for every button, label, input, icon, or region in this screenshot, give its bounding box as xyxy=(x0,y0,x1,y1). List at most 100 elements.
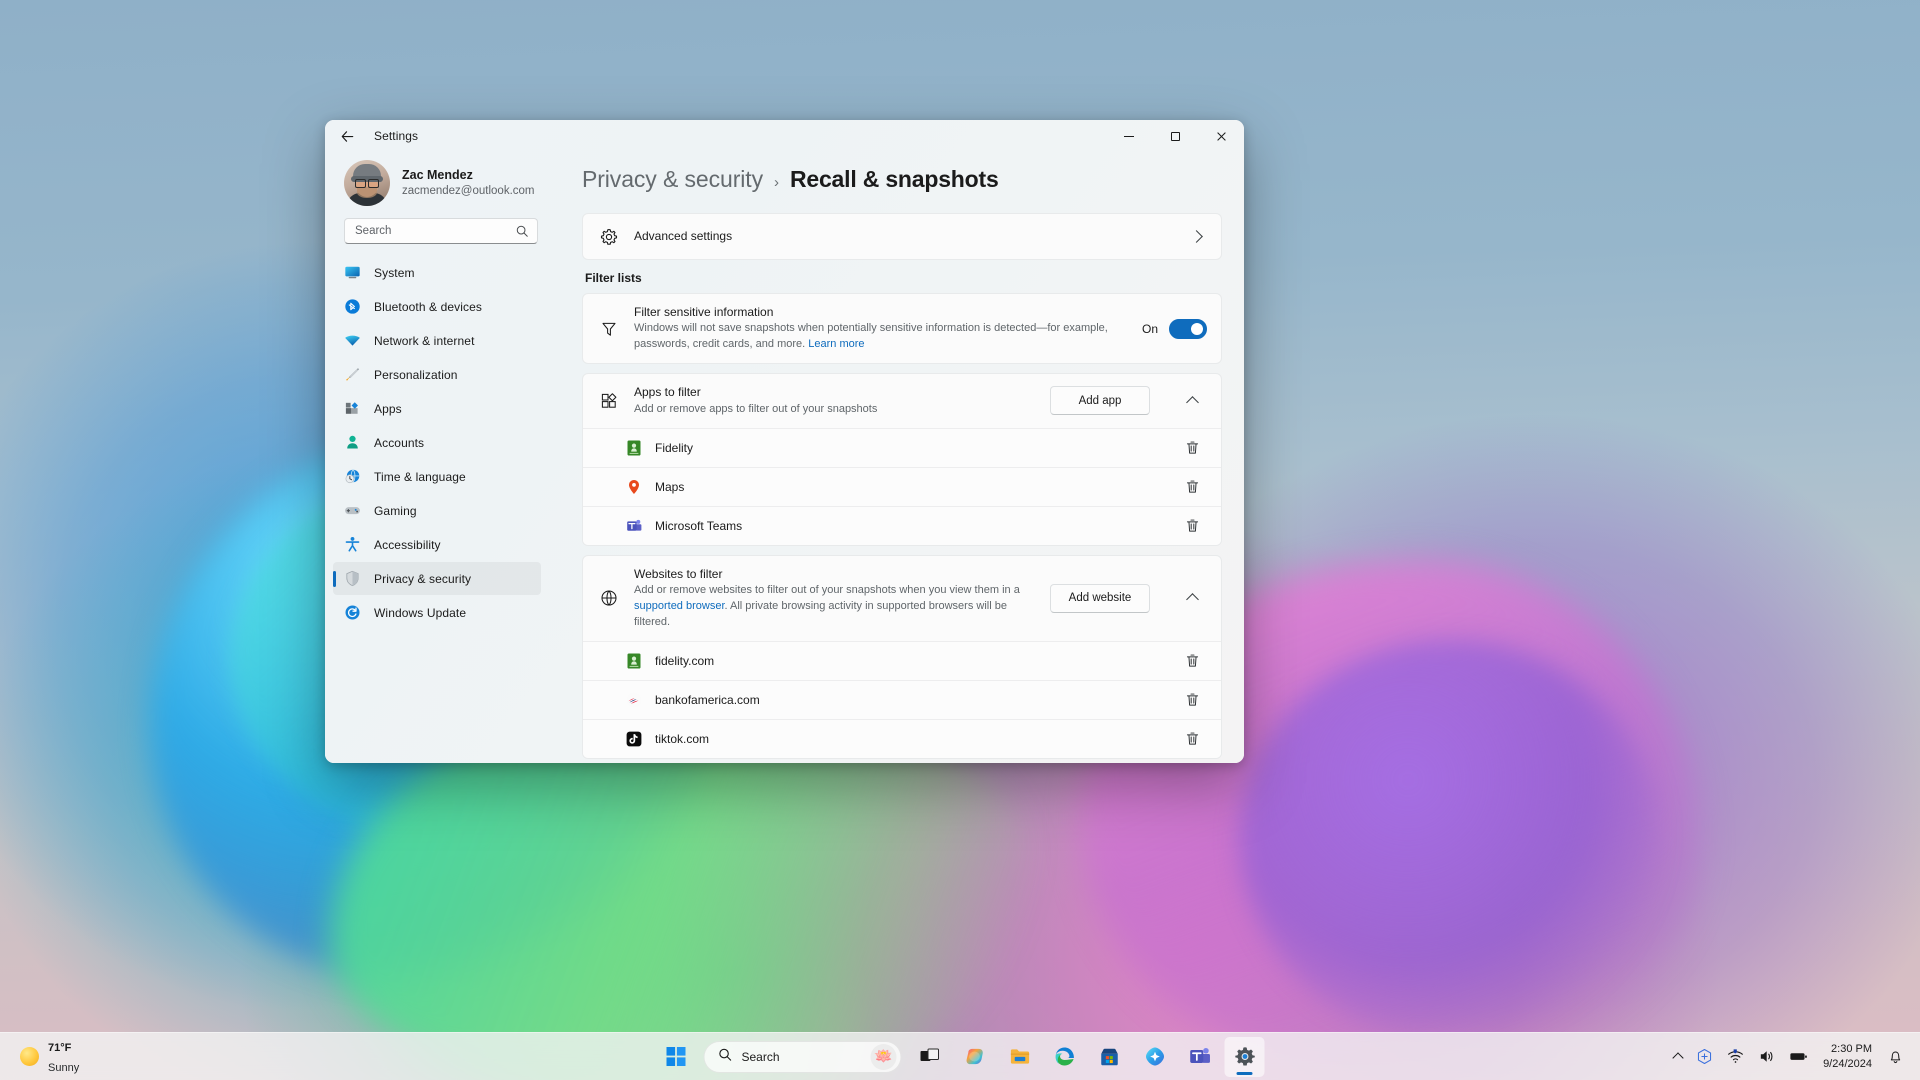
websites-desc-part1: Add or remove websites to filter out of … xyxy=(634,583,1020,596)
advanced-settings-card[interactable]: Advanced settings xyxy=(582,213,1222,260)
list-item[interactable]: bankofamerica.com xyxy=(583,679,1221,719)
lotus-icon[interactable]: 🪷 xyxy=(870,1043,897,1070)
window-titlebar: Settings xyxy=(325,120,1244,152)
sidebar-item-accounts[interactable]: Accounts xyxy=(333,426,541,459)
sidebar-item-personalization[interactable]: Personalization xyxy=(333,358,541,391)
filter-sensitive-toggle[interactable] xyxy=(1169,318,1207,339)
delete-icon[interactable] xyxy=(1177,473,1207,501)
teams-icon xyxy=(1189,1047,1210,1064)
wifi-icon xyxy=(1728,1049,1743,1063)
sun-icon xyxy=(20,1047,39,1066)
sidebar-item-time-language[interactable]: Time & language xyxy=(333,460,541,493)
sidebar-item-network-internet[interactable]: Network & internet xyxy=(333,324,541,357)
filter-sensitive-description: Windows will not save snapshots when pot… xyxy=(634,321,1127,353)
store-icon xyxy=(1101,1048,1118,1065)
taskbar-app-task-view[interactable] xyxy=(910,1037,950,1077)
filter-sensitive-card: Filter sensitive information Windows wil… xyxy=(582,293,1222,365)
window-body: Zac Mendez zacmendez@outlook.com Search … xyxy=(325,152,1244,763)
maximize-button[interactable] xyxy=(1152,120,1198,152)
taskbar-search-label: Search xyxy=(741,1049,780,1064)
sidebar-item-gaming[interactable]: Gaming xyxy=(333,494,541,527)
delete-icon[interactable] xyxy=(1177,647,1207,675)
taskbar-app-copilot[interactable] xyxy=(955,1037,995,1077)
search-input[interactable] xyxy=(355,225,515,237)
volume-button[interactable] xyxy=(1752,1037,1781,1077)
apps-icon xyxy=(344,400,361,417)
delete-icon[interactable] xyxy=(1177,512,1207,540)
search-icon xyxy=(718,1047,733,1067)
sidebar-item-system[interactable]: System xyxy=(333,256,541,289)
vpn-status-button[interactable] xyxy=(1690,1037,1719,1077)
clock-globe-icon xyxy=(344,468,361,485)
start-button[interactable] xyxy=(656,1037,696,1077)
paintbrush-icon xyxy=(344,366,361,383)
add-app-button[interactable]: Add app xyxy=(1050,386,1150,416)
list-item-label: Fidelity xyxy=(655,440,694,455)
sidebar-item-bluetooth-devices[interactable]: Bluetooth & devices xyxy=(333,290,541,323)
apps-to-filter-row: Apps to filter Add or remove apps to fil… xyxy=(583,374,1221,427)
maps-app-icon xyxy=(625,478,642,495)
taskbar-app-file-explorer[interactable] xyxy=(1000,1037,1040,1077)
delete-icon[interactable] xyxy=(1177,434,1207,462)
weather-widget[interactable]: 71°F Sunny xyxy=(4,1037,91,1077)
list-item[interactable]: Maps xyxy=(583,466,1221,506)
taskbar-app-edge[interactable] xyxy=(1045,1037,1085,1077)
system-icon xyxy=(344,264,361,281)
taskbar-app-store[interactable] xyxy=(1090,1037,1130,1077)
delete-icon[interactable] xyxy=(1177,725,1207,753)
add-website-button[interactable]: Add website xyxy=(1050,583,1150,613)
window-controls xyxy=(1106,120,1244,152)
sidebar-item-label: Time & language xyxy=(374,469,466,484)
taskbar-app-teams[interactable] xyxy=(1180,1037,1220,1077)
close-button[interactable] xyxy=(1198,120,1244,152)
websites-to-filter-card: Websites to filter Add or remove website… xyxy=(582,554,1222,759)
learn-more-link[interactable]: Learn more xyxy=(808,338,864,350)
sidebar-item-accessibility[interactable]: Accessibility xyxy=(333,528,541,561)
network-button[interactable] xyxy=(1721,1037,1750,1077)
close-icon xyxy=(1216,131,1227,142)
minimize-button[interactable] xyxy=(1106,120,1152,152)
apps-to-filter-expander[interactable] xyxy=(1177,386,1207,416)
accessibility-icon xyxy=(344,536,361,553)
breadcrumb-parent[interactable]: Privacy & security xyxy=(582,166,763,193)
battery-button[interactable] xyxy=(1783,1037,1814,1077)
chevron-up-icon xyxy=(1185,396,1199,409)
tiktok-site-icon xyxy=(625,730,642,747)
search-box[interactable] xyxy=(344,218,538,244)
filter-sensitive-title: Filter sensitive information xyxy=(634,305,774,319)
list-item[interactable]: tiktok.com xyxy=(583,718,1221,758)
maximize-icon xyxy=(1170,131,1180,141)
edge-icon xyxy=(1055,1047,1074,1066)
notification-center-button[interactable] xyxy=(1881,1037,1910,1077)
taskbar-app-settings[interactable] xyxy=(1224,1036,1265,1077)
sidebar-item-label: Bluetooth & devices xyxy=(374,299,482,314)
back-button[interactable] xyxy=(331,122,363,150)
person-icon xyxy=(344,434,361,451)
fidelity-site-icon xyxy=(625,652,642,669)
globe-icon xyxy=(599,589,619,607)
filter-sensitive-toggle-wrap[interactable]: On xyxy=(1141,318,1207,339)
bankofamerica-site-icon xyxy=(625,691,642,708)
fidelity-app-icon xyxy=(625,439,642,456)
funnel-icon xyxy=(599,320,619,338)
toggle-state-label: On xyxy=(1141,321,1158,336)
delete-icon[interactable] xyxy=(1177,686,1207,714)
list-item[interactable]: Microsoft Teams xyxy=(583,505,1221,545)
taskbar-app-designer[interactable] xyxy=(1135,1037,1175,1077)
websites-to-filter-expander[interactable] xyxy=(1177,583,1207,613)
list-item[interactable]: Fidelity xyxy=(583,427,1221,467)
show-hidden-icons-button[interactable] xyxy=(1668,1037,1688,1077)
sidebar-item-label: Windows Update xyxy=(374,605,467,620)
supported-browser-link[interactable]: supported browser xyxy=(634,600,725,612)
account-card[interactable]: Zac Mendez zacmendez@outlook.com xyxy=(333,152,541,216)
taskbar-search[interactable]: Search 🪷 xyxy=(703,1040,902,1073)
advanced-settings-row[interactable]: Advanced settings xyxy=(583,214,1221,259)
list-item[interactable]: fidelity.com xyxy=(583,640,1221,680)
chevron-up-icon xyxy=(1185,593,1199,607)
sidebar-item-apps[interactable]: Apps xyxy=(333,392,541,425)
apps-to-filter-title: Apps to filter xyxy=(634,385,701,400)
teams-app-icon xyxy=(625,517,642,534)
clock[interactable]: 2:30 PM 9/24/2024 xyxy=(1816,1037,1879,1077)
sidebar-item-windows-update[interactable]: Windows Update xyxy=(333,596,541,629)
sidebar-item-privacy-security[interactable]: Privacy & security xyxy=(333,562,541,595)
